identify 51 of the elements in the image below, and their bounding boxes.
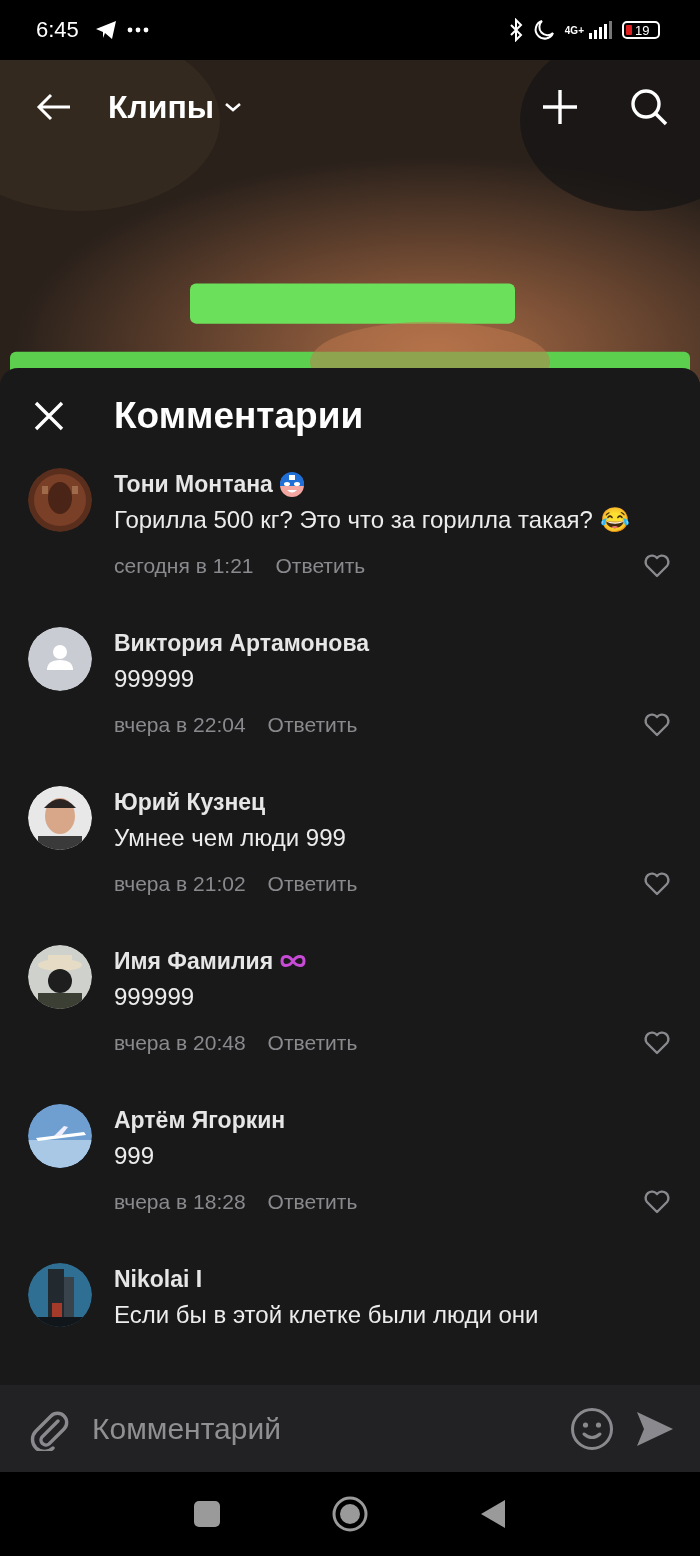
comment-text: Горилла 500 кг? Это что за горилла такая? 😂 [114, 505, 631, 535]
network-type: 4G+ [564, 24, 584, 36]
comment-author[interactable]: Виктория Артамонова [114, 629, 369, 657]
paper-plane-icon [94, 20, 117, 40]
reply-link[interactable]: Ответить [275, 554, 366, 578]
comment-author[interactable]: Артём Ягоркин [114, 1106, 286, 1134]
comment-author[interactable]: Юрий Кузнец [114, 788, 266, 816]
search-icon[interactable] [630, 88, 668, 126]
comment-time: вчера в 18:28 [114, 1190, 246, 1214]
plus-icon[interactable] [542, 89, 578, 125]
heart-icon[interactable] [644, 1190, 670, 1214]
comment-text: Умнее чем люди 999 [114, 823, 347, 853]
reply-link[interactable]: Ответить [267, 1190, 358, 1214]
reply-link[interactable]: Ответить [267, 713, 358, 737]
recents-icon[interactable] [194, 1501, 220, 1527]
moon-icon [532, 19, 555, 41]
heart-icon[interactable] [644, 1031, 670, 1055]
more-icon [126, 27, 149, 33]
battery-indicator: 19 [622, 21, 660, 39]
back-arrow-icon[interactable] [36, 92, 72, 122]
header-title[interactable]: Клипы [108, 88, 215, 126]
sheet-title: Комментарии [114, 395, 364, 437]
comment-author[interactable]: Имя Фамилия [114, 947, 274, 975]
bluetooth-icon [508, 18, 523, 42]
heart-icon[interactable] [644, 872, 670, 896]
home-icon[interactable] [332, 1496, 368, 1532]
comment-text: 999999 [114, 664, 196, 694]
default-avatar-icon[interactable] [28, 627, 92, 691]
back-icon[interactable] [480, 1499, 506, 1529]
comment-text: Если бы в этой клетке были люди они [114, 1300, 540, 1330]
comment-author[interactable]: Nikolai I [114, 1265, 203, 1293]
comment-text: 999999 [114, 982, 196, 1012]
send-icon[interactable] [636, 1409, 674, 1448]
close-icon[interactable] [34, 401, 64, 431]
comment-author[interactable]: Тони Монтана [114, 470, 273, 498]
masked-face-icon [278, 470, 305, 498]
infinity-icon [279, 953, 308, 969]
heart-icon[interactable] [644, 713, 670, 737]
comment-time: сегодня в 1:21 [114, 554, 254, 578]
comment-input-field[interactable]: Комментарий [92, 1407, 548, 1450]
heart-icon[interactable] [644, 554, 670, 578]
reply-link[interactable]: Ответить [267, 872, 358, 896]
chevron-down-icon[interactable] [224, 102, 243, 112]
status-time: 6:45 [36, 17, 79, 43]
comment-time: вчера в 22:04 [114, 713, 246, 737]
smiley-icon[interactable] [570, 1406, 614, 1451]
signal-icon [588, 21, 612, 39]
comment-time: вчера в 20:48 [114, 1031, 246, 1055]
comment-text: 999 [114, 1141, 156, 1171]
reply-link[interactable]: Ответить [267, 1031, 358, 1055]
comment-time: вчера в 21:02 [114, 872, 246, 896]
